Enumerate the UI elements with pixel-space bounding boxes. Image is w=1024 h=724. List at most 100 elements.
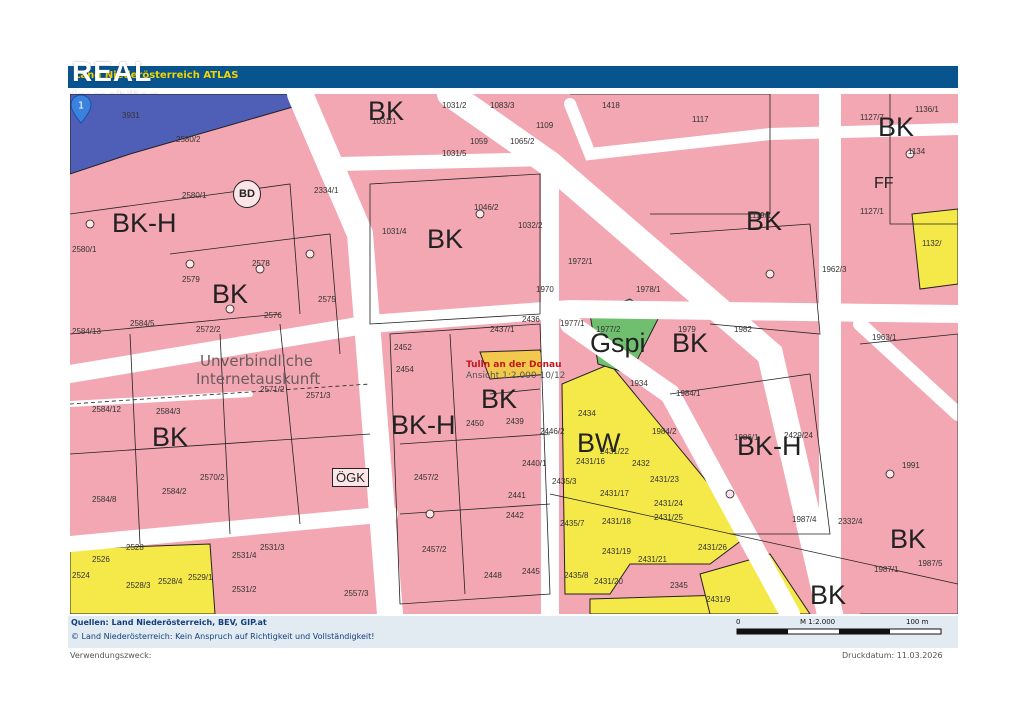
zone-label: BK: [890, 524, 927, 554]
parcel-number: 2431/22: [600, 447, 629, 456]
parcel-number: 2431/20: [594, 577, 623, 586]
parcel-number: 2528/4: [158, 577, 183, 586]
parcel-number: 2434: [578, 409, 596, 418]
parcel-number: 2524: [72, 571, 90, 580]
zone-label: BK-H: [112, 208, 177, 238]
parcel-number: 2439: [506, 417, 524, 426]
parcel-number: 2431/21: [638, 555, 667, 564]
parcel-number: 2435/7: [560, 519, 585, 528]
watermark-line-1: Unverbindliche: [200, 352, 313, 370]
zoning-map[interactable]: BK BK-H BK BK BK BK-H BK BW BK BK-H BK B…: [70, 94, 958, 614]
parcel-number: 2445: [522, 567, 540, 576]
parcel-number: 2528/3: [126, 581, 151, 590]
parcel-number: 2450: [466, 419, 484, 428]
parcel-number: 1963/1: [872, 333, 897, 342]
parcel-number: 2431/26: [698, 543, 727, 552]
parcel-number: 2531/2: [232, 585, 257, 594]
parcel-number: 1991: [902, 461, 920, 470]
parcel-number: 2431/23: [650, 475, 679, 484]
parcel-number: 1987/4: [792, 515, 817, 524]
residential-zone-ne: [911, 208, 958, 290]
zone-label: FF: [874, 175, 894, 192]
map-footer: Quellen: Land Niederösterreich, BEV, GIP…: [68, 616, 958, 648]
marker-label: Tulln an der Donau Ansicht 1:2.000 10/12: [466, 360, 565, 382]
parcel-number: 1136/1: [915, 105, 939, 114]
zone-label: BK: [481, 384, 518, 414]
parcel-number: 2435/8: [564, 571, 589, 580]
parcel-number: 1987/5: [918, 559, 943, 568]
parcel-number: 2575: [318, 295, 336, 304]
parcel-number: 1986/1: [734, 433, 759, 442]
parcel-number: 1059: [470, 137, 488, 146]
parcel-number: 2452: [394, 343, 412, 352]
parcel-number: 2557/3: [344, 589, 369, 598]
parcel-number: 2332/4: [838, 517, 863, 526]
scale-end-label: 100 m: [906, 618, 929, 626]
parcel-number: 1134: [908, 147, 926, 156]
parcel-number: 2579: [182, 275, 200, 284]
parcel-number: 2576: [264, 311, 282, 320]
watermark-line-2: Internetauskunft: [196, 370, 321, 388]
parcel-number: 1083/3: [490, 101, 515, 110]
parcel-number: 1962/3: [822, 265, 847, 274]
parcel-number: 1934: [630, 379, 648, 388]
copyright-text: © Land Niederösterreich: Kein Anspruch a…: [71, 632, 375, 641]
zone-label: BK: [212, 279, 249, 309]
parcel-number: 2431/16: [576, 457, 605, 466]
parcel-number: 1982: [734, 325, 752, 334]
parcel-number: 2584/12: [92, 405, 121, 414]
parcel-number: 1984/2: [652, 427, 677, 436]
parcel-number: 1119/1: [748, 211, 772, 220]
marker-name: Tulln an der Donau: [466, 360, 562, 370]
parcel-number: 2531/3: [260, 543, 285, 552]
zone-label: BK: [672, 328, 709, 358]
parcel-number: 2431/25: [654, 513, 683, 522]
parcel-number: 1418: [602, 101, 620, 110]
parcel-number: 1127/1: [860, 207, 884, 216]
print-date: Druckdatum: 11.03.2026: [842, 651, 943, 660]
parcel-number: 2334/1: [314, 186, 339, 195]
parcel-number: 1127/7: [860, 113, 884, 122]
parcel-number: 2571/2: [260, 385, 285, 394]
purpose-label: Verwendungszweck:: [70, 651, 152, 660]
parcel-number: 1031/5: [442, 149, 467, 158]
parcel-number: 2580/1: [72, 245, 97, 254]
parcel-number: 2448: [484, 571, 502, 580]
parcel-number: 1109: [536, 121, 554, 130]
parcel-number: 2570/2: [200, 473, 225, 482]
zone-label: Gspi: [590, 328, 646, 358]
parcel-number: 2457/2: [414, 473, 439, 482]
parcel-number: 1987/1: [874, 565, 899, 574]
parcel-number: 1031/4: [382, 227, 407, 236]
parcel-number: 2584/3: [156, 407, 181, 416]
scale-start-label: 0: [736, 618, 741, 626]
parcel-number: 2436: [522, 315, 540, 324]
parcel-number: 2572/2: [196, 325, 221, 334]
parcel-number: 2580/1: [182, 191, 207, 200]
parcel-number: 2446/2: [540, 427, 565, 436]
zone-label: BK-H: [391, 410, 456, 440]
sources-text: Quellen: Land Niederösterreich, BEV, GIP…: [71, 618, 267, 627]
parcel-number: 2431/19: [602, 547, 631, 556]
scale-bar: 0 M 1:2.000 100 m: [736, 616, 946, 646]
parcel-number: 2440/1: [522, 459, 547, 468]
parcel-number: 1977/2: [596, 325, 621, 334]
parcel-number: 2584/2: [162, 487, 187, 496]
scale-ratio-label: M 1:2.000: [800, 618, 836, 626]
parcel-number: 2529/1: [188, 573, 213, 582]
parcel-number: 2526: [92, 555, 110, 564]
location-pin-icon[interactable]: 1: [70, 94, 92, 124]
parcel-number: 1046/2: [474, 203, 499, 212]
parcel-number: 2457/2: [422, 545, 447, 554]
parcel-number: 2584/13: [72, 327, 101, 336]
parcel-number: 1977/1: [560, 319, 585, 328]
zone-label: BD: [233, 180, 261, 208]
parcel-number: 2429/24: [784, 431, 813, 440]
parcel-number: 2442: [506, 511, 524, 520]
parcel-number: 2580/2: [176, 135, 201, 144]
parcel-number: 3931: [122, 111, 140, 120]
zone-label: BK: [810, 580, 847, 610]
parcel-number: 2584/5: [130, 319, 155, 328]
scale-bar-graphic: [736, 628, 942, 635]
parcel-number: 1984/1: [676, 389, 701, 398]
